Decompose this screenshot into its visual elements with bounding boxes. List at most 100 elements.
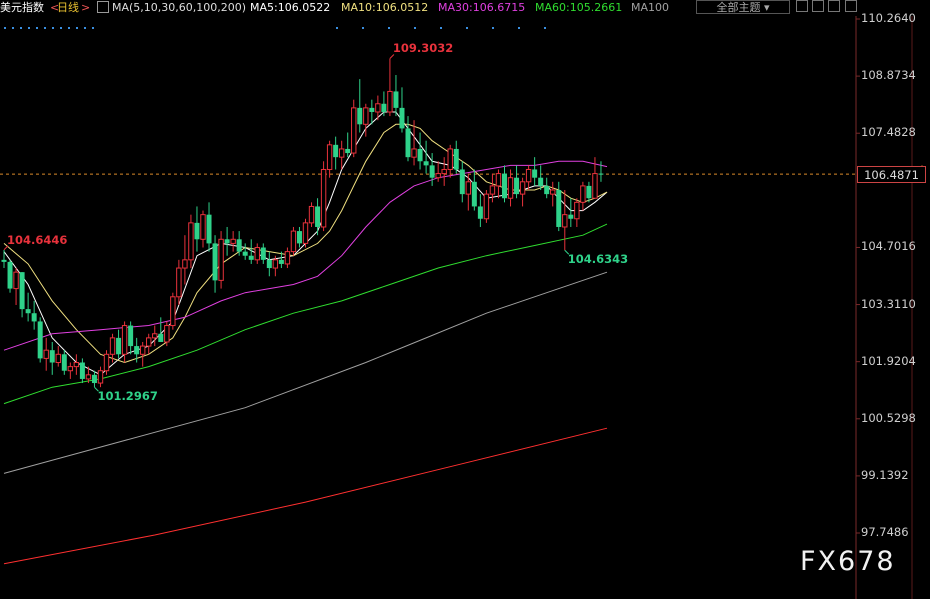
candle xyxy=(495,169,502,199)
candle-body xyxy=(435,173,441,179)
candle xyxy=(423,140,429,174)
indicator-label[interactable]: MA(5,10,30,60,100,200) xyxy=(112,0,246,15)
ma100-value: MA100 xyxy=(631,1,670,14)
candle-body xyxy=(182,259,188,269)
candle xyxy=(544,177,550,199)
candle xyxy=(182,235,188,285)
candle-body xyxy=(212,243,218,281)
candle-body xyxy=(1,259,7,262)
candle-body xyxy=(399,107,405,129)
candle xyxy=(13,268,19,306)
y-tick-label: 110.2640 xyxy=(861,11,916,25)
y-tick-label: 99.1392 xyxy=(861,467,909,482)
candle-body xyxy=(85,374,92,380)
candle xyxy=(345,132,351,158)
y-tick-label: 103.3110 xyxy=(861,296,916,311)
candle xyxy=(453,140,459,174)
candle xyxy=(483,190,490,223)
candle-body xyxy=(73,362,80,368)
candle xyxy=(568,198,574,227)
candle-body xyxy=(453,148,459,170)
candle-body xyxy=(67,366,74,372)
candle xyxy=(429,153,435,186)
candle xyxy=(489,173,496,203)
theme-dropdown-button[interactable]: 全部主题 ▾ xyxy=(696,0,790,14)
y-tick-label: 107.4828 xyxy=(861,125,916,140)
candle xyxy=(188,214,194,269)
candle xyxy=(254,243,260,264)
candle-body xyxy=(290,230,297,253)
candle xyxy=(266,251,272,277)
candle-body xyxy=(152,333,158,339)
candle-body xyxy=(363,107,369,125)
candle xyxy=(19,272,25,318)
candle-body xyxy=(471,181,477,207)
candle xyxy=(550,181,556,207)
instrument-label[interactable]: 美元指数 xyxy=(0,0,44,15)
candle xyxy=(260,243,266,264)
draw-icon[interactable] xyxy=(812,0,824,12)
candle xyxy=(333,136,339,170)
candle xyxy=(308,202,315,227)
candle-body xyxy=(236,239,242,252)
candle-body xyxy=(357,107,363,125)
candle xyxy=(73,354,80,375)
candle xyxy=(158,317,164,342)
period-label[interactable]: 日线 xyxy=(57,0,79,15)
candle-body xyxy=(345,148,351,154)
grid-icon[interactable] xyxy=(828,0,840,12)
candle-body xyxy=(477,206,483,219)
candle-body xyxy=(441,168,447,175)
candle-body xyxy=(103,353,110,372)
candle xyxy=(562,190,568,251)
candle-body xyxy=(320,168,327,228)
candle xyxy=(315,198,321,236)
candle-body xyxy=(514,177,520,195)
candle xyxy=(405,116,411,162)
candle-body xyxy=(393,91,399,108)
candle-body xyxy=(459,169,465,195)
candle xyxy=(351,99,357,158)
indicator-settings-icon[interactable] xyxy=(97,1,109,13)
candle-body xyxy=(242,251,248,256)
candle xyxy=(519,177,526,207)
ma30-value: MA30:106.6715 xyxy=(438,1,526,14)
candle xyxy=(206,202,212,252)
expand-icon[interactable] xyxy=(845,0,857,12)
candle-body xyxy=(254,247,260,261)
candle-body xyxy=(61,354,67,371)
candle-body xyxy=(326,144,333,170)
candle xyxy=(399,87,405,133)
candle xyxy=(37,317,43,363)
candle-body xyxy=(55,353,61,364)
candle xyxy=(236,231,242,256)
candle xyxy=(31,300,37,330)
price-annotation: 104.6343 xyxy=(567,252,629,267)
candle-body xyxy=(146,337,152,347)
candle-body xyxy=(188,222,194,261)
chart-header-bar: 美元指数 < 日线 > MA(5,10,30,60,100,200) MA5:1… xyxy=(0,0,930,16)
candle xyxy=(393,75,399,117)
theme-dropdown-label: 全部主题 xyxy=(716,1,761,14)
candle-body xyxy=(302,222,309,244)
candle-body xyxy=(411,148,417,158)
candle-body xyxy=(272,259,279,269)
candle xyxy=(574,198,580,227)
candle xyxy=(79,358,85,384)
candle xyxy=(284,247,291,269)
candle xyxy=(320,161,327,232)
candle-body xyxy=(507,177,514,199)
candle-body xyxy=(387,90,393,113)
candle-body xyxy=(164,325,170,343)
price-annotation: 101.2967 xyxy=(97,389,158,404)
period-right-chevron-icon[interactable]: > xyxy=(81,0,90,15)
layout-icon[interactable] xyxy=(796,0,808,12)
candle xyxy=(116,329,122,359)
candle-body xyxy=(31,313,37,322)
candle-body xyxy=(37,321,43,359)
candle-body xyxy=(79,362,85,379)
candle xyxy=(580,181,586,211)
candlestick-chart xyxy=(0,0,926,599)
candle-body xyxy=(592,173,598,199)
candle-body xyxy=(25,309,31,314)
